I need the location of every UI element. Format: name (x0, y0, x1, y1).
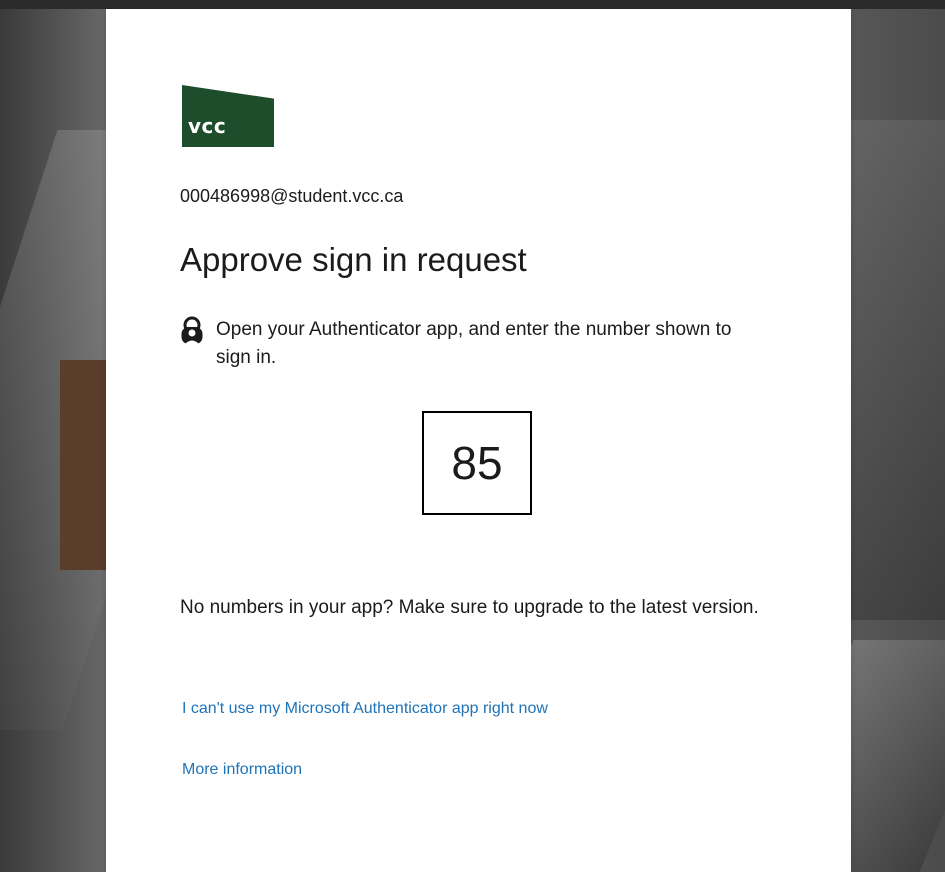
account-email: 000486998@student.vcc.ca (180, 186, 404, 206)
sign-in-number: 85 (422, 411, 532, 515)
top-bar (0, 0, 945, 9)
authenticator-lock-icon (180, 316, 204, 346)
sign-in-card: vcc 000486998@student.vcc.ca Approve sig… (106, 9, 851, 872)
logo-text: vcc (188, 114, 227, 138)
instruction-text: Open your Authenticator app, and enter t… (216, 319, 732, 368)
page-title: Approve sign in request (180, 241, 527, 278)
vcc-logo: vcc (182, 85, 274, 147)
more-information-link[interactable]: More information (182, 761, 302, 779)
instruction-row: Open your Authenticator app, and enter t… (180, 316, 760, 372)
background-door (60, 360, 110, 570)
upgrade-hint: No numbers in your app? Make sure to upg… (180, 597, 759, 618)
cant-use-authenticator-link[interactable]: I can't use my Microsoft Authenticator a… (182, 700, 548, 718)
